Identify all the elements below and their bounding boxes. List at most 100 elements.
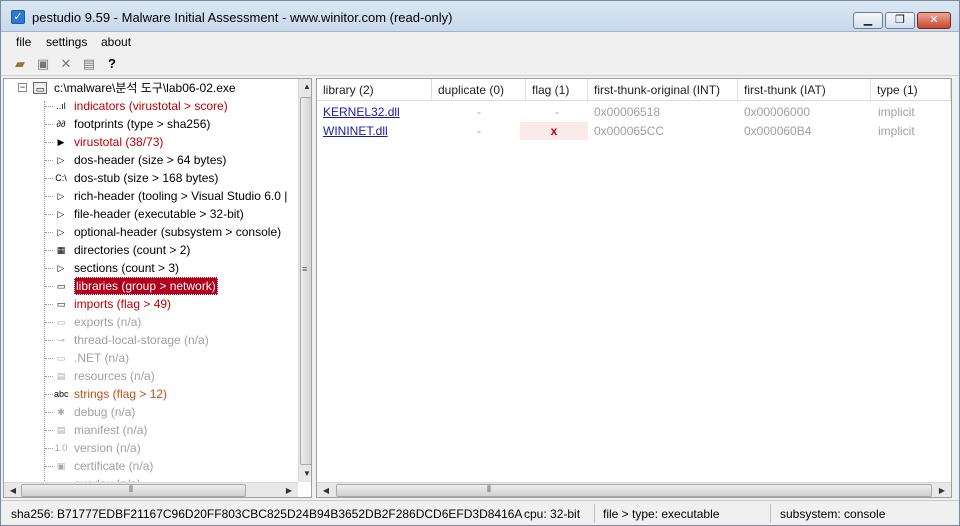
tree-item[interactable]: ▦ directories (count > 2) (4, 241, 298, 259)
tree-hscroll-thumb[interactable] (21, 484, 246, 497)
tree-horizontal-scrollbar[interactable]: ◀ ⦀ ▶ (4, 482, 298, 497)
menu-about[interactable]: about (101, 35, 131, 49)
tree-item[interactable]: ✱ debug (n/a) (4, 403, 298, 421)
menu-file[interactable]: file (16, 35, 31, 49)
tree-vscroll-thumb[interactable] (300, 97, 311, 465)
column-header-iat[interactable]: first-thunk (IAT) (738, 79, 871, 101)
tree-item[interactable]: ∂∂ footprints (type > sha256) (4, 115, 298, 133)
table-hscroll-thumb[interactable] (336, 484, 932, 497)
tree-item[interactable]: C:\ dos-stub (size > 168 bytes) (4, 169, 298, 187)
tree-item-label: dos-header (size > 64 bytes) (74, 153, 227, 167)
close-file-icon[interactable]: ✕ (57, 56, 75, 72)
tree-item[interactable]: ▣ certificate (n/a) (4, 457, 298, 475)
strings-icon: abc (54, 389, 69, 399)
tree-item[interactable]: ▭ imports (flag > 49) (4, 295, 298, 313)
tree-item[interactable]: ▷ dos-header (size > 64 bytes) (4, 151, 298, 169)
tree-connector (45, 160, 53, 161)
tree-connector (45, 340, 53, 341)
minimize-button[interactable]: ▁ (853, 12, 883, 29)
expand-icon: ▷ (57, 191, 65, 201)
tree-item[interactable]: ▷ file-header (executable > 32-bit) (4, 205, 298, 223)
tree-item[interactable]: ▷ rich-header (tooling > Visual Studio 6.… (4, 187, 298, 205)
tree-connector (45, 124, 53, 125)
tree-connector (45, 412, 53, 413)
footprints-icon: ∂∂ (56, 119, 66, 129)
duplicate-cell: - (477, 105, 481, 119)
open-folder-icon[interactable]: ▰ (11, 56, 29, 72)
scroll-right-icon[interactable]: ▶ (935, 486, 949, 495)
tree-connector (45, 214, 53, 215)
status-bar: sha256: B71777EDBF21167C96D20FF803CBC825… (1, 500, 959, 525)
table-horizontal-scrollbar[interactable]: ◀ ⦀ ▶ (317, 482, 951, 497)
tree-pane: − ▭ c:\malware\분석 도구\lab06-02.exe ..ıl in… (3, 78, 312, 498)
library-name[interactable]: KERNEL32.dll (323, 105, 400, 119)
tree-item[interactable]: 1.0 version (n/a) (4, 439, 298, 457)
column-header-flag[interactable]: flag (1) (526, 79, 588, 101)
maximize-button[interactable]: ❐ (885, 12, 915, 29)
scroll-left-icon[interactable]: ◀ (319, 486, 333, 495)
save-icon[interactable]: ▣ (34, 56, 52, 72)
tree-item[interactable]: ▭ exports (n/a) (4, 313, 298, 331)
minimize-icon: ▁ (863, 14, 873, 26)
tree-item[interactable]: ▷ sections (count > 3) (4, 259, 298, 277)
tree-item[interactable]: ▶ virustotal (38/73) (4, 133, 298, 151)
tree-item[interactable]: ▭ libraries (group > network) (4, 277, 298, 295)
tree-item[interactable]: ▤ manifest (n/a) (4, 421, 298, 439)
status-subsystem: subsystem: console (780, 507, 886, 521)
tree-root[interactable]: − ▭ c:\malware\분석 도구\lab06-02.exe (4, 79, 298, 97)
collapse-icon[interactable]: − (18, 83, 27, 92)
menu-settings[interactable]: settings (46, 35, 87, 49)
column-header-duplicate[interactable]: duplicate (0) (432, 79, 526, 101)
expand-icon: ▷ (57, 155, 65, 165)
library-name[interactable]: WININET.dll (323, 124, 388, 138)
type-cell: implicit (878, 105, 915, 119)
tree-connector (45, 196, 53, 197)
tree-item[interactable]: ▭ .NET (n/a) (4, 349, 298, 367)
tree-item-label: strings (flag > 12) (74, 387, 168, 401)
tree-item-label: indicators (virustotal > score) (74, 99, 228, 113)
grip-icon: ≡ (302, 264, 308, 274)
status-cpu: cpu: 32-bit (524, 507, 581, 521)
tree-connector (45, 376, 53, 377)
tree-item[interactable]: ⊸ thread-local-storage (n/a) (4, 331, 298, 349)
column-header-int[interactable]: first-thunk-original (INT) (588, 79, 738, 101)
tree-item[interactable]: ..ıl indicators (virustotal > score) (4, 97, 298, 115)
window-title: pestudio 9.59 - Malware Initial Assessme… (32, 10, 453, 25)
scroll-right-icon[interactable]: ▶ (282, 486, 296, 495)
chart-icon: ..ıl (56, 101, 66, 111)
tree-item[interactable]: ▷ optional-header (subsystem > console) (4, 223, 298, 241)
exports-icon: ▭ (56, 317, 66, 327)
scroll-up-icon[interactable]: ▲ (300, 82, 311, 91)
status-separator (594, 504, 595, 523)
libraries-icon: ▭ (56, 281, 66, 291)
iat-cell: 0x00006000 (744, 105, 811, 119)
virustotal-icon: ▶ (57, 137, 65, 147)
grip-icon: ⦀ (129, 484, 133, 494)
tree-connector (45, 250, 53, 251)
console-icon: C:\ (55, 173, 67, 183)
column-header-type[interactable]: type (1) (871, 79, 951, 101)
tree-item-label: exports (n/a) (74, 315, 142, 329)
tree-item-label: .NET (n/a) (74, 351, 130, 365)
scroll-down-icon[interactable]: ▼ (300, 469, 311, 478)
dotnet-icon: ▭ (56, 353, 66, 363)
tree-vertical-scrollbar[interactable]: ▲ ≡ ▼ (298, 79, 311, 482)
notes-icon[interactable]: ▤ (80, 56, 98, 72)
tree-item-label: rich-header (tooling > Visual Studio 6.0… (74, 189, 288, 203)
grip-icon: ⦀ (487, 484, 491, 494)
tree-root-label: c:\malware\분석 도구\lab06-02.exe (54, 81, 236, 95)
pestudio-window: ✓ pestudio 9.59 - Malware Initial Assess… (0, 0, 960, 526)
column-header-library[interactable]: library (2) (317, 79, 432, 101)
status-sha256: sha256: B71777EDBF21167C96D20FF803CBC825… (11, 507, 523, 521)
help-icon[interactable]: ? (103, 56, 121, 72)
tree-item-label: imports (flag > 49) (74, 297, 172, 311)
tree-connector (45, 448, 53, 449)
expand-icon: ▷ (57, 209, 65, 219)
tree-connector (45, 358, 53, 359)
close-button[interactable]: ✕ (917, 12, 951, 29)
tree-item[interactable]: ▤ resources (n/a) (4, 367, 298, 385)
tree-item-label: thread-local-storage (n/a) (74, 333, 209, 347)
tree-item[interactable]: abc strings (flag > 12) (4, 385, 298, 403)
scroll-left-icon[interactable]: ◀ (6, 486, 20, 495)
tree-item-label: manifest (n/a) (74, 423, 148, 437)
